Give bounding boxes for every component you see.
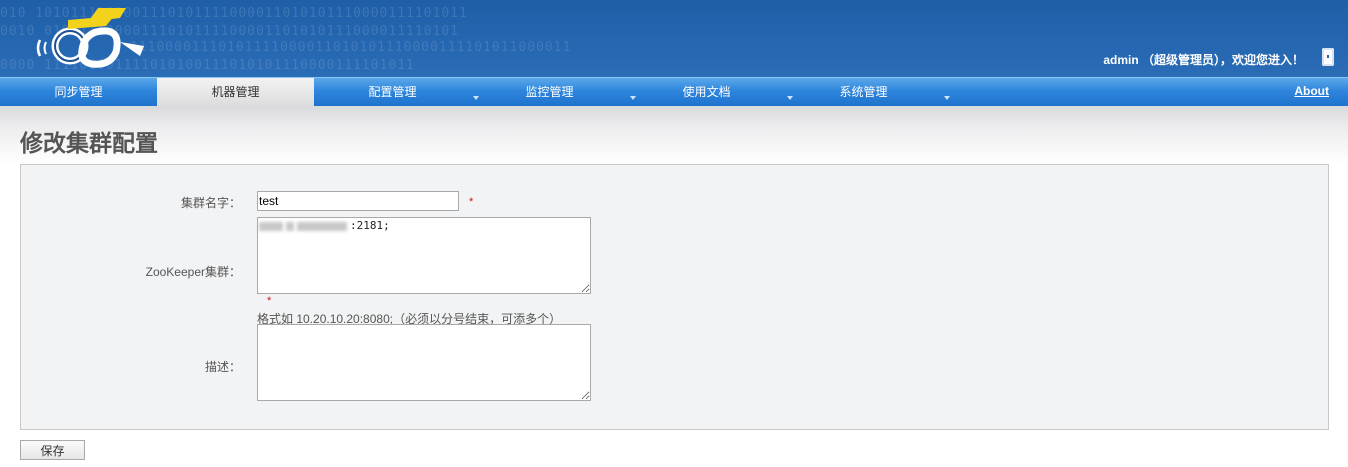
save-button[interactable]: 保存 (20, 440, 85, 460)
zookeeper-label: ZooKeeper集群： (145, 265, 241, 279)
zookeeper-textarea[interactable] (257, 217, 591, 294)
nav-label: 系统管理 (839, 85, 888, 99)
otter-logo-icon (36, 8, 144, 68)
page-title: 修改集群配置 (20, 131, 158, 157)
nav-item-system[interactable]: 系统管理 (785, 78, 950, 107)
title-band (0, 106, 1348, 164)
nav-label: 同步管理 (54, 85, 103, 99)
nav-label: 使用文档 (682, 85, 731, 99)
about-link[interactable]: About (1294, 84, 1329, 98)
main-nav: 同步管理 机器管理 配置管理 监控管理 使用文档 系统管理 About (0, 77, 1348, 107)
description-label: 描述： (204, 360, 241, 374)
required-mark: * (469, 196, 474, 208)
nav-item-monitor[interactable]: 监控管理 (471, 78, 636, 107)
nav-item-config[interactable]: 配置管理 (314, 78, 479, 107)
exit-door-icon[interactable] (1322, 48, 1334, 66)
user-welcome-text: admin （超级管理员），欢迎您进入！ (1103, 53, 1304, 67)
nav-item-machine[interactable]: 机器管理 (157, 78, 314, 107)
binary-decoration-3: 1110000111010111100001101010111000011110… (130, 40, 572, 55)
nav-label: 机器管理 (211, 85, 260, 99)
required-mark: * (267, 295, 272, 307)
nav-label: 监控管理 (525, 85, 574, 99)
app-header: 010 101011110000111010111100001101010111… (0, 0, 1348, 77)
nav-label: 配置管理 (368, 85, 417, 99)
nav-item-docs[interactable]: 使用文档 (628, 78, 793, 107)
cluster-name-label: 集群名字： (180, 196, 241, 210)
dropdown-arrow-icon (943, 96, 950, 100)
description-textarea[interactable] (257, 324, 591, 401)
nav-item-sync[interactable]: 同步管理 (0, 78, 157, 107)
cluster-name-input[interactable] (257, 191, 459, 211)
